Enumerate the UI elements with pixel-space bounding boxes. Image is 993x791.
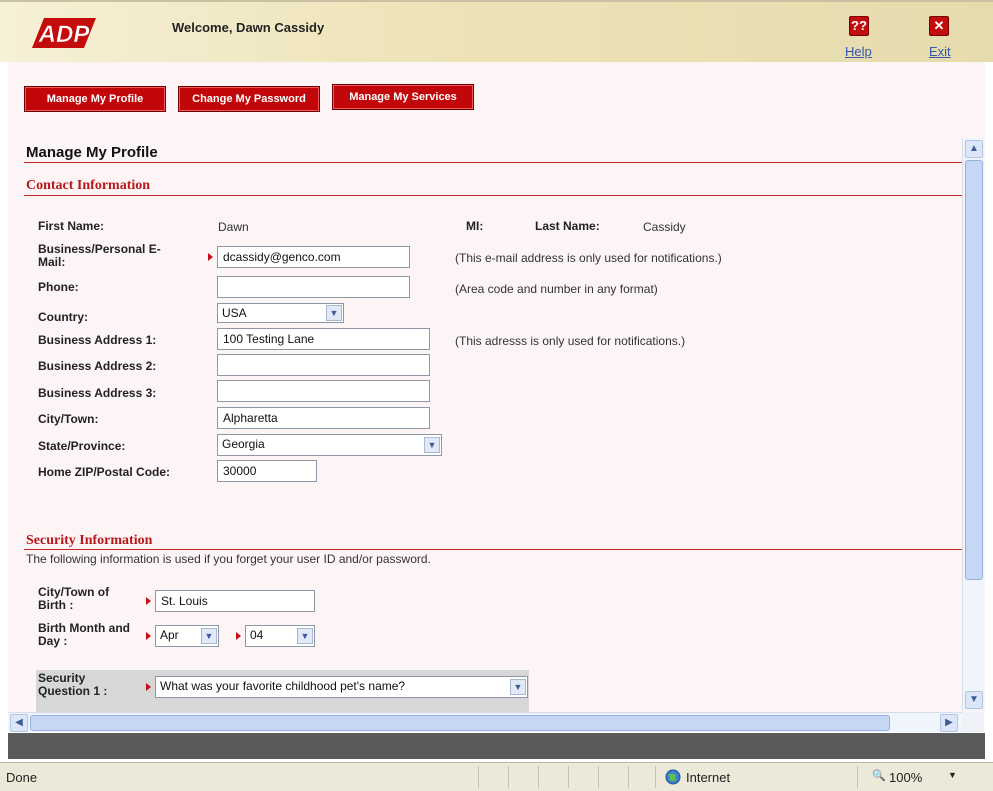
page-title: Manage My Profile xyxy=(26,144,158,161)
chevron-down-icon[interactable]: ▼ xyxy=(948,770,957,780)
status-divider xyxy=(568,766,569,788)
required-marker xyxy=(146,683,151,691)
contact-divider xyxy=(24,195,962,196)
state-select[interactable]: Georgia ▼ xyxy=(217,434,442,456)
horizontal-scrollbar[interactable]: ◀ ▶ xyxy=(8,712,962,732)
status-divider xyxy=(655,766,656,788)
chevron-down-icon[interactable]: ▼ xyxy=(424,437,440,453)
help-link[interactable]: Help xyxy=(845,44,872,59)
business-address-2-field[interactable] xyxy=(217,354,430,376)
scroll-down-icon[interactable]: ▼ xyxy=(965,691,983,709)
tab-manage-my-profile[interactable]: Manage My Profile xyxy=(24,86,166,112)
help-icon[interactable]: ?? xyxy=(849,16,869,36)
city-label: City/Town: xyxy=(38,412,99,426)
security-question-1-value: What was your favorite childhood pet's n… xyxy=(160,679,406,693)
horizontal-scroll-thumb[interactable] xyxy=(30,715,890,731)
first-name-label: First Name: xyxy=(38,219,105,233)
chevron-down-icon[interactable]: ▼ xyxy=(201,628,217,644)
birth-day-select[interactable]: 04 ▼ xyxy=(245,625,315,647)
required-marker xyxy=(208,253,213,261)
scroll-up-icon[interactable]: ▲ xyxy=(965,140,983,158)
email-field[interactable]: dcassidy@genco.com xyxy=(217,246,410,268)
status-divider xyxy=(598,766,599,788)
status-divider xyxy=(628,766,629,788)
scrollbar-corner xyxy=(962,712,984,732)
chevron-down-icon[interactable]: ▼ xyxy=(326,305,342,321)
birth-city-field[interactable]: St. Louis xyxy=(155,590,315,612)
tab-change-my-password[interactable]: Change My Password xyxy=(178,86,320,112)
welcome-text: Welcome, Dawn Cassidy xyxy=(172,20,325,35)
email-note: (This e-mail address is only used for no… xyxy=(455,251,722,265)
security-zone-text: Internet xyxy=(686,770,731,785)
birth-day-value: 04 xyxy=(250,628,264,642)
status-bar: Done Internet 🔍 100% ▼ xyxy=(0,762,993,791)
exit-icon[interactable]: ✕ xyxy=(929,16,949,36)
last-name-label: Last Name: xyxy=(535,219,600,233)
business-address-3-field[interactable] xyxy=(217,380,430,402)
first-name-value: Dawn xyxy=(218,220,249,234)
business-address-1-field[interactable]: 100 Testing Lane xyxy=(217,328,430,350)
state-label: State/Province: xyxy=(38,439,126,453)
chevron-down-icon[interactable]: ▼ xyxy=(510,679,526,695)
globe-icon xyxy=(665,769,681,785)
last-name-value: Cassidy xyxy=(643,220,686,234)
security-section-title: Security Information xyxy=(26,533,153,548)
email-label: Business/Personal E-Mail: xyxy=(38,242,161,269)
scroll-right-icon[interactable]: ▶ xyxy=(940,714,958,732)
business-address-3-label: Business Address 3: xyxy=(38,386,157,400)
adp-logo: ADP xyxy=(32,18,96,48)
vertical-scroll-thumb[interactable] xyxy=(965,160,983,580)
business-address-1-label: Business Address 1: xyxy=(38,333,157,347)
status-divider xyxy=(478,766,479,788)
country-select[interactable]: USA ▼ xyxy=(217,303,344,323)
contact-section-title: Contact Information xyxy=(26,178,151,193)
vertical-scrollbar[interactable]: ▲ ▼ xyxy=(962,138,984,711)
birth-month-value: Apr xyxy=(160,628,179,642)
tab-manage-my-services[interactable]: Manage My Services xyxy=(332,84,474,110)
security-question-1-label: Security Question 1 : xyxy=(38,671,108,698)
business-address-2-label: Business Address 2: xyxy=(38,359,157,373)
required-marker xyxy=(236,632,241,640)
phone-field[interactable] xyxy=(217,276,410,298)
state-select-value: Georgia xyxy=(222,437,265,451)
zip-label: Home ZIP/Postal Code: xyxy=(38,465,171,479)
phone-label: Phone: xyxy=(38,280,79,294)
required-marker xyxy=(146,632,151,640)
title-divider xyxy=(24,162,962,163)
svg-text:ADP: ADP xyxy=(38,21,91,48)
footer-bar xyxy=(8,733,985,759)
zoom-icon[interactable]: 🔍 xyxy=(872,769,886,782)
country-select-value: USA xyxy=(222,306,247,320)
status-divider xyxy=(538,766,539,788)
chevron-down-icon[interactable]: ▼ xyxy=(297,628,313,644)
scroll-left-icon[interactable]: ◀ xyxy=(10,714,28,732)
birth-city-label: City/Town of Birth : xyxy=(38,585,110,612)
address-note: (This adresss is only used for notificat… xyxy=(455,334,686,348)
security-divider xyxy=(24,549,962,550)
birth-month-select[interactable]: Apr ▼ xyxy=(155,625,219,647)
security-question-1-select[interactable]: What was your favorite childhood pet's n… xyxy=(155,676,528,698)
exit-link[interactable]: Exit xyxy=(929,44,951,59)
status-text: Done xyxy=(6,770,38,785)
zoom-level[interactable]: 100% xyxy=(889,770,922,785)
header-bar: ADP Welcome, Dawn Cassidy ?? Help ✕ Exit xyxy=(0,0,993,62)
country-label: Country: xyxy=(38,310,88,324)
status-divider xyxy=(857,766,858,788)
security-description: The following information is used if you… xyxy=(26,552,431,566)
status-divider xyxy=(508,766,509,788)
zip-field[interactable]: 30000 xyxy=(217,460,317,482)
city-field[interactable]: Alpharetta xyxy=(217,407,430,429)
phone-note: (Area code and number in any format) xyxy=(455,282,658,296)
required-marker xyxy=(146,597,151,605)
birth-month-day-label: Birth Month and Day : xyxy=(38,621,130,648)
mi-label: MI: xyxy=(466,219,484,233)
